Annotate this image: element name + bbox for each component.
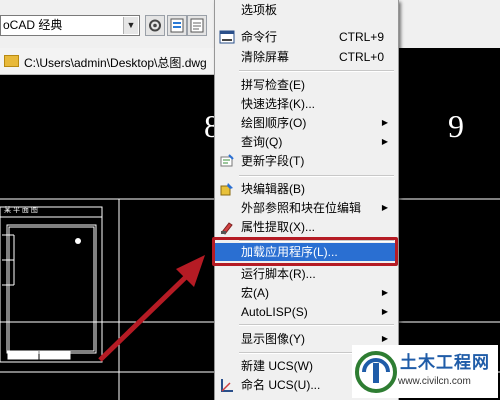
menu-item-draw-order[interactable]: 绘图顺序(O) ▶: [215, 114, 398, 132]
tools-menu: 选项板 命令行 CTRL+9 清除屏幕 CTRL+0 拼写检查(E) 快速选择(…: [214, 0, 399, 400]
menu-item-quick-select[interactable]: 快速选择(K)...: [215, 95, 398, 113]
block-editor-icon: [219, 181, 235, 197]
menu-item-clean-screen[interactable]: 清除屏幕 CTRL+0: [215, 48, 398, 66]
command-line-icon: [219, 29, 235, 45]
menu-item-run-script[interactable]: 运行脚本(R)...: [215, 265, 398, 283]
file-tab-bar: C:\Users\admin\Desktop\总图.dwg: [0, 48, 218, 75]
menu-item-attribute-extraction[interactable]: 属性提取(X)...: [215, 218, 398, 236]
layer-state-icon[interactable]: [187, 15, 207, 36]
submenu-arrow-icon: ▶: [381, 137, 388, 146]
watermark-url: www.civilcn.com: [398, 376, 471, 387]
chevron-down-icon[interactable]: ▼: [123, 17, 138, 34]
layer-properties-icon[interactable]: [167, 15, 187, 36]
menu-item-autolisp[interactable]: AutoLISP(S) ▶: [215, 303, 398, 321]
menu-item-command-line[interactable]: 命令行 CTRL+9: [215, 28, 398, 46]
menu-item-block-editor[interactable]: 块编辑器(B): [215, 180, 398, 198]
menu-item-macro[interactable]: 宏(A) ▶: [215, 284, 398, 302]
folder-icon: [4, 55, 19, 67]
watermark: 土木工程网 www.civilcn.com: [352, 345, 498, 398]
watermark-title: 土木工程网: [400, 353, 490, 372]
update-fields-icon: [219, 153, 235, 169]
attribute-extract-icon: [219, 219, 235, 235]
submenu-arrow-icon: ▶: [381, 203, 388, 212]
menu-item-palettes[interactable]: 选项板: [215, 1, 398, 19]
menu-item-load-application[interactable]: 加载应用程序(L)...: [215, 243, 398, 261]
menu-item-xref-refedit[interactable]: 外部参照和块在位编辑 ▶: [215, 199, 398, 217]
menu-separator: [239, 70, 394, 72]
submenu-arrow-icon: ▶: [381, 118, 388, 127]
submenu-arrow-icon: ▶: [381, 307, 388, 316]
menu-item-inquiry[interactable]: 查询(Q) ▶: [215, 133, 398, 151]
menu-separator: [239, 175, 394, 177]
workspace-value: oCAD 经典: [3, 18, 63, 32]
submenu-arrow-icon: ▶: [381, 288, 388, 297]
file-tab[interactable]: C:\Users\admin\Desktop\总图.dwg: [24, 54, 207, 71]
named-ucs-icon: [219, 377, 235, 393]
menu-separator: [239, 324, 394, 326]
menu-item-spell-check[interactable]: 拼写检查(E): [215, 76, 398, 94]
menu-separator: [239, 240, 394, 242]
workspace-select[interactable]: oCAD 经典 ▼: [0, 15, 140, 36]
site-logo-icon: [355, 351, 397, 393]
menu-item-update-fields[interactable]: 更新字段(T): [215, 152, 398, 170]
gear-icon[interactable]: [145, 15, 165, 36]
